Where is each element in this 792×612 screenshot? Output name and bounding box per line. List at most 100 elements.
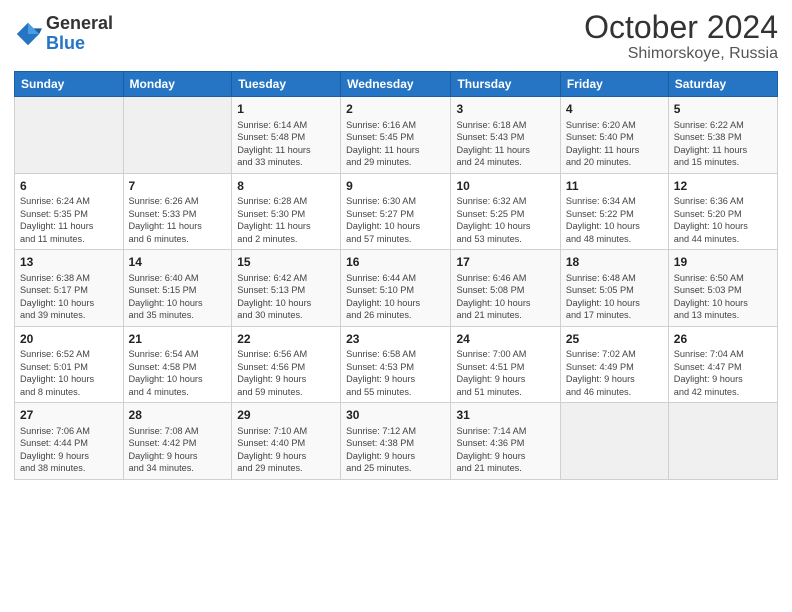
calendar-cell: 30Sunrise: 7:12 AM Sunset: 4:38 PM Dayli… bbox=[341, 403, 451, 479]
calendar-cell bbox=[668, 403, 777, 479]
calendar-cell: 10Sunrise: 6:32 AM Sunset: 5:25 PM Dayli… bbox=[451, 173, 560, 249]
calendar-cell: 27Sunrise: 7:06 AM Sunset: 4:44 PM Dayli… bbox=[15, 403, 124, 479]
day-number: 15 bbox=[237, 254, 335, 271]
calendar-cell: 3Sunrise: 6:18 AM Sunset: 5:43 PM Daylig… bbox=[451, 97, 560, 173]
header: General Blue October 2024 Shimorskoye, R… bbox=[14, 10, 778, 63]
calendar-cell: 14Sunrise: 6:40 AM Sunset: 5:15 PM Dayli… bbox=[123, 250, 232, 326]
day-info: Sunrise: 6:18 AM Sunset: 5:43 PM Dayligh… bbox=[456, 119, 554, 169]
week-row-3: 20Sunrise: 6:52 AM Sunset: 5:01 PM Dayli… bbox=[15, 326, 778, 402]
day-info: Sunrise: 6:42 AM Sunset: 5:13 PM Dayligh… bbox=[237, 272, 335, 322]
calendar-cell: 19Sunrise: 6:50 AM Sunset: 5:03 PM Dayli… bbox=[668, 250, 777, 326]
day-number: 17 bbox=[456, 254, 554, 271]
calendar-cell: 7Sunrise: 6:26 AM Sunset: 5:33 PM Daylig… bbox=[123, 173, 232, 249]
day-number: 14 bbox=[129, 254, 227, 271]
day-info: Sunrise: 6:54 AM Sunset: 4:58 PM Dayligh… bbox=[129, 348, 227, 398]
logo-text: General Blue bbox=[46, 14, 113, 54]
calendar-cell: 5Sunrise: 6:22 AM Sunset: 5:38 PM Daylig… bbox=[668, 97, 777, 173]
day-info: Sunrise: 6:46 AM Sunset: 5:08 PM Dayligh… bbox=[456, 272, 554, 322]
day-number: 18 bbox=[566, 254, 663, 271]
day-info: Sunrise: 7:08 AM Sunset: 4:42 PM Dayligh… bbox=[129, 425, 227, 475]
calendar: Sunday Monday Tuesday Wednesday Thursday… bbox=[14, 71, 778, 479]
day-number: 16 bbox=[346, 254, 445, 271]
logo: General Blue bbox=[14, 14, 113, 54]
calendar-cell bbox=[560, 403, 668, 479]
calendar-cell: 12Sunrise: 6:36 AM Sunset: 5:20 PM Dayli… bbox=[668, 173, 777, 249]
calendar-cell: 13Sunrise: 6:38 AM Sunset: 5:17 PM Dayli… bbox=[15, 250, 124, 326]
col-monday: Monday bbox=[123, 72, 232, 97]
day-info: Sunrise: 6:28 AM Sunset: 5:30 PM Dayligh… bbox=[237, 195, 335, 245]
calendar-cell: 28Sunrise: 7:08 AM Sunset: 4:42 PM Dayli… bbox=[123, 403, 232, 479]
day-number: 21 bbox=[129, 331, 227, 348]
day-number: 22 bbox=[237, 331, 335, 348]
day-info: Sunrise: 7:02 AM Sunset: 4:49 PM Dayligh… bbox=[566, 348, 663, 398]
calendar-cell: 24Sunrise: 7:00 AM Sunset: 4:51 PM Dayli… bbox=[451, 326, 560, 402]
calendar-header: Sunday Monday Tuesday Wednesday Thursday… bbox=[15, 72, 778, 97]
calendar-cell: 23Sunrise: 6:58 AM Sunset: 4:53 PM Dayli… bbox=[341, 326, 451, 402]
calendar-cell bbox=[123, 97, 232, 173]
day-number: 5 bbox=[674, 101, 772, 118]
day-info: Sunrise: 6:52 AM Sunset: 5:01 PM Dayligh… bbox=[20, 348, 118, 398]
day-info: Sunrise: 6:40 AM Sunset: 5:15 PM Dayligh… bbox=[129, 272, 227, 322]
day-number: 8 bbox=[237, 178, 335, 195]
week-row-4: 27Sunrise: 7:06 AM Sunset: 4:44 PM Dayli… bbox=[15, 403, 778, 479]
page-title: October 2024 bbox=[584, 10, 778, 45]
day-info: Sunrise: 6:22 AM Sunset: 5:38 PM Dayligh… bbox=[674, 119, 772, 169]
calendar-cell: 4Sunrise: 6:20 AM Sunset: 5:40 PM Daylig… bbox=[560, 97, 668, 173]
col-saturday: Saturday bbox=[668, 72, 777, 97]
day-info: Sunrise: 6:50 AM Sunset: 5:03 PM Dayligh… bbox=[674, 272, 772, 322]
calendar-cell: 8Sunrise: 6:28 AM Sunset: 5:30 PM Daylig… bbox=[232, 173, 341, 249]
day-number: 25 bbox=[566, 331, 663, 348]
day-info: Sunrise: 6:30 AM Sunset: 5:27 PM Dayligh… bbox=[346, 195, 445, 245]
day-number: 24 bbox=[456, 331, 554, 348]
day-number: 19 bbox=[674, 254, 772, 271]
week-row-2: 13Sunrise: 6:38 AM Sunset: 5:17 PM Dayli… bbox=[15, 250, 778, 326]
calendar-cell: 9Sunrise: 6:30 AM Sunset: 5:27 PM Daylig… bbox=[341, 173, 451, 249]
col-friday: Friday bbox=[560, 72, 668, 97]
col-thursday: Thursday bbox=[451, 72, 560, 97]
day-info: Sunrise: 6:58 AM Sunset: 4:53 PM Dayligh… bbox=[346, 348, 445, 398]
calendar-cell: 2Sunrise: 6:16 AM Sunset: 5:45 PM Daylig… bbox=[341, 97, 451, 173]
calendar-cell: 29Sunrise: 7:10 AM Sunset: 4:40 PM Dayli… bbox=[232, 403, 341, 479]
day-info: Sunrise: 6:48 AM Sunset: 5:05 PM Dayligh… bbox=[566, 272, 663, 322]
day-info: Sunrise: 7:12 AM Sunset: 4:38 PM Dayligh… bbox=[346, 425, 445, 475]
day-number: 1 bbox=[237, 101, 335, 118]
day-number: 31 bbox=[456, 407, 554, 424]
day-number: 7 bbox=[129, 178, 227, 195]
calendar-cell: 15Sunrise: 6:42 AM Sunset: 5:13 PM Dayli… bbox=[232, 250, 341, 326]
day-number: 26 bbox=[674, 331, 772, 348]
day-info: Sunrise: 7:10 AM Sunset: 4:40 PM Dayligh… bbox=[237, 425, 335, 475]
day-info: Sunrise: 6:44 AM Sunset: 5:10 PM Dayligh… bbox=[346, 272, 445, 322]
day-info: Sunrise: 6:14 AM Sunset: 5:48 PM Dayligh… bbox=[237, 119, 335, 169]
calendar-cell: 21Sunrise: 6:54 AM Sunset: 4:58 PM Dayli… bbox=[123, 326, 232, 402]
calendar-cell: 16Sunrise: 6:44 AM Sunset: 5:10 PM Dayli… bbox=[341, 250, 451, 326]
col-tuesday: Tuesday bbox=[232, 72, 341, 97]
day-number: 30 bbox=[346, 407, 445, 424]
calendar-cell: 17Sunrise: 6:46 AM Sunset: 5:08 PM Dayli… bbox=[451, 250, 560, 326]
calendar-cell: 18Sunrise: 6:48 AM Sunset: 5:05 PM Dayli… bbox=[560, 250, 668, 326]
calendar-cell: 22Sunrise: 6:56 AM Sunset: 4:56 PM Dayli… bbox=[232, 326, 341, 402]
logo-icon bbox=[14, 20, 42, 48]
day-number: 11 bbox=[566, 178, 663, 195]
day-number: 29 bbox=[237, 407, 335, 424]
day-info: Sunrise: 7:04 AM Sunset: 4:47 PM Dayligh… bbox=[674, 348, 772, 398]
col-wednesday: Wednesday bbox=[341, 72, 451, 97]
calendar-cell bbox=[15, 97, 124, 173]
day-info: Sunrise: 6:36 AM Sunset: 5:20 PM Dayligh… bbox=[674, 195, 772, 245]
day-number: 2 bbox=[346, 101, 445, 118]
week-row-0: 1Sunrise: 6:14 AM Sunset: 5:48 PM Daylig… bbox=[15, 97, 778, 173]
day-info: Sunrise: 6:32 AM Sunset: 5:25 PM Dayligh… bbox=[456, 195, 554, 245]
day-number: 10 bbox=[456, 178, 554, 195]
day-number: 27 bbox=[20, 407, 118, 424]
day-info: Sunrise: 6:34 AM Sunset: 5:22 PM Dayligh… bbox=[566, 195, 663, 245]
day-info: Sunrise: 6:26 AM Sunset: 5:33 PM Dayligh… bbox=[129, 195, 227, 245]
day-info: Sunrise: 6:24 AM Sunset: 5:35 PM Dayligh… bbox=[20, 195, 118, 245]
day-number: 12 bbox=[674, 178, 772, 195]
day-number: 20 bbox=[20, 331, 118, 348]
day-info: Sunrise: 7:00 AM Sunset: 4:51 PM Dayligh… bbox=[456, 348, 554, 398]
day-number: 23 bbox=[346, 331, 445, 348]
day-info: Sunrise: 6:38 AM Sunset: 5:17 PM Dayligh… bbox=[20, 272, 118, 322]
day-number: 9 bbox=[346, 178, 445, 195]
col-sunday: Sunday bbox=[15, 72, 124, 97]
header-row: Sunday Monday Tuesday Wednesday Thursday… bbox=[15, 72, 778, 97]
title-block: October 2024 Shimorskoye, Russia bbox=[584, 10, 778, 63]
